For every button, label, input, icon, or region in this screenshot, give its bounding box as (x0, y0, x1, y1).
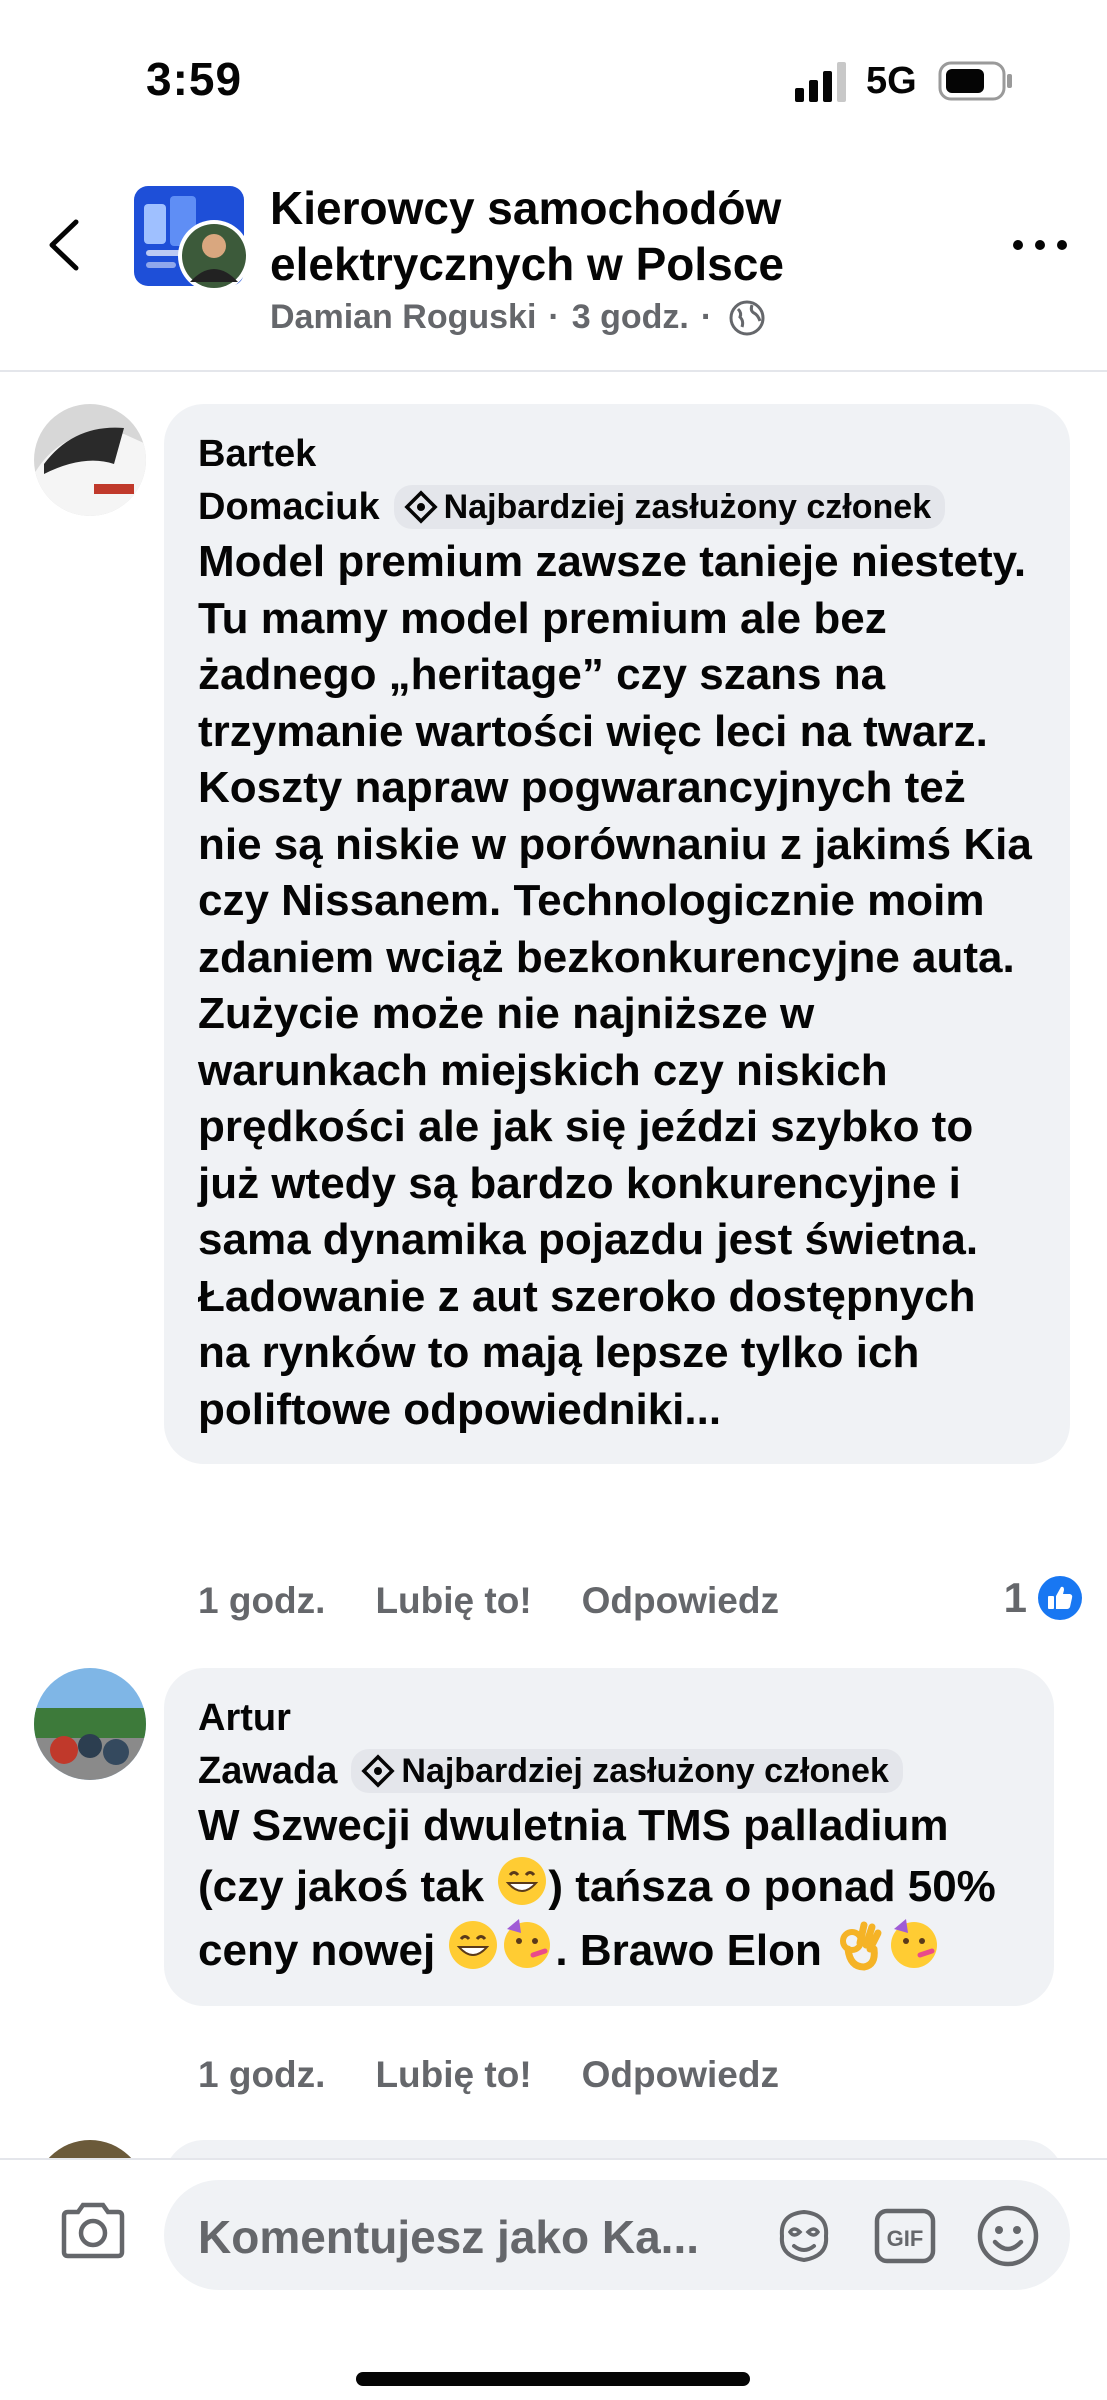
comment-actions: 1 godz. Lubię to! Odpowiedz (198, 1580, 779, 1622)
status-time: 3:59 (146, 53, 243, 105)
more-dots-icon[interactable] (1010, 230, 1070, 260)
avatar[interactable] (34, 404, 146, 516)
back-chevron-icon[interactable] (40, 210, 90, 280)
comment-author[interactable]: Artur (198, 1692, 1020, 1744)
camera-icon[interactable] (58, 2200, 128, 2260)
gif-icon[interactable]: GIF (874, 2208, 936, 2264)
diamond-badge-icon (404, 490, 438, 524)
globe-icon (729, 300, 765, 335)
comment-bubble: Artur Zawada Najbardziej zasłużony człon… (164, 1668, 1054, 2006)
reaction-count[interactable]: 1 (1004, 1574, 1083, 1622)
home-indicator (356, 2372, 750, 2386)
comment-input[interactable]: Komentujesz jako Ka... GIF (164, 2180, 1070, 2290)
avatar[interactable] (34, 1668, 146, 1780)
post-time[interactable]: 3 godz. (572, 298, 689, 337)
comment-composer: Komentujesz jako Ka... GIF (0, 2158, 1107, 2400)
grinning-emoji-icon (449, 1921, 498, 1969)
comment-author[interactable]: Bartek (198, 428, 1036, 480)
network-label: 5G (866, 60, 917, 102)
ok-hand-emoji-icon (840, 1921, 882, 1971)
badge-label: Najbardziej zasłużony członek (443, 488, 932, 526)
diamond-badge-icon (361, 1754, 396, 1788)
member-badge[interactable]: Najbardziej zasłużony członek (393, 485, 946, 529)
grinning-emoji-icon (498, 1856, 547, 1905)
comment-actions: 1 godz. Lubię to! Odpowiedz (198, 2054, 779, 2096)
member-badge[interactable]: Najbardziej zasłużony członek (351, 1749, 903, 1793)
comment-text-part: . Brawo Elon (555, 1926, 835, 1975)
meta-separator: · (700, 298, 713, 336)
next-comment-peek (0, 2140, 1107, 2160)
like-button[interactable]: Lubię to! (375, 2054, 531, 2096)
badge-label: Najbardziej zasłużony członek (401, 1752, 889, 1790)
like-thumb-icon (1038, 1576, 1082, 1620)
author-row: Domaciuk Najbardziej zasłużony członek (198, 480, 1036, 534)
comment-text: W Szwecji dwuletnia TMS palladium (czy j… (198, 1798, 1020, 1980)
battery-icon (938, 61, 1012, 101)
party-face-emoji-icon (891, 1919, 938, 1968)
like-button[interactable]: Lubię to! (375, 1580, 531, 1622)
comment-time[interactable]: 1 godz. (198, 1580, 325, 1622)
group-title[interactable]: Kierowcy samochodów elektrycznych w Pols… (270, 180, 970, 292)
avatar-sticker-icon[interactable] (772, 2206, 836, 2266)
signal-icon (795, 62, 846, 102)
comment-author[interactable]: Zawada (198, 1744, 337, 1798)
emoji-icon[interactable] (976, 2204, 1040, 2268)
author-row: Zawada Najbardziej zasłużony członek (198, 1744, 1020, 1798)
comment-text: Model premium zawsze tanieje niestety. T… (198, 537, 1032, 1434)
status-bar: 3:59 5G (0, 0, 1107, 150)
meta-separator: · (548, 298, 560, 336)
post-meta: Damian Roguski · 3 godz. · (270, 298, 766, 337)
reply-button[interactable]: Odpowiedz (582, 2054, 779, 2096)
comment-time[interactable]: 1 godz. (198, 2054, 325, 2096)
reply-button[interactable]: Odpowiedz (582, 1580, 779, 1622)
comment-bubble: Bartek Domaciuk Najbardziej zasłużony cz… (164, 404, 1070, 1464)
comment-bubble (164, 2140, 1064, 2160)
post-author[interactable]: Damian Roguski (270, 298, 536, 337)
svg-text:GIF: GIF (887, 2226, 924, 2251)
party-face-emoji-icon (504, 1919, 551, 1968)
avatar[interactable] (34, 2140, 146, 2160)
comment-input-placeholder: Komentujesz jako Ka... (198, 2211, 700, 2263)
post-header: Kierowcy samochodów elektrycznych w Pols… (0, 160, 1107, 372)
reaction-number: 1 (1003, 1574, 1027, 1621)
group-avatar[interactable] (134, 186, 254, 296)
comment-author[interactable]: Domaciuk (198, 480, 380, 534)
